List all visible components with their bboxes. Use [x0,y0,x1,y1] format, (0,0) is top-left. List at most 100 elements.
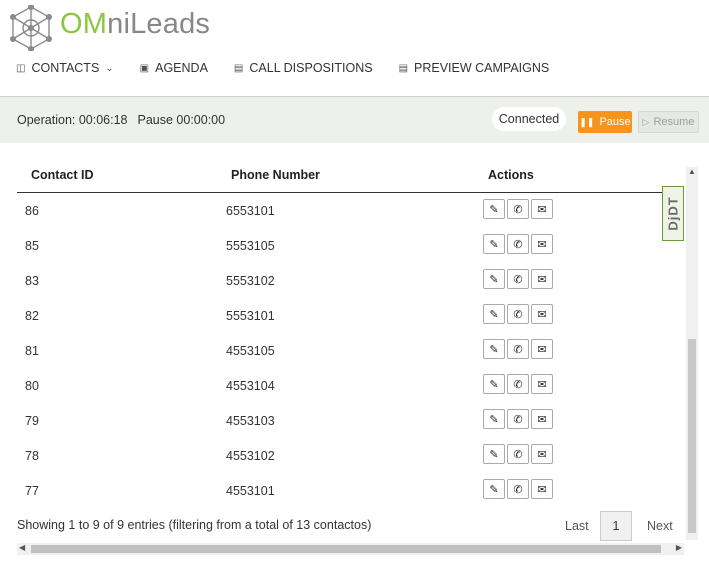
phone-icon: ✆ [513,343,523,356]
pagination-next[interactable]: Next [647,519,673,533]
pencil-icon: ✎ [489,308,499,321]
scroll-left-icon[interactable]: ◀ [19,543,25,552]
nav-agenda-label: AGENDA [155,61,208,75]
edit-contact-button[interactable]: ✎ [483,374,505,394]
play-icon: ▷ [642,116,650,127]
nav-preview-campaigns[interactable]: ▤ PREVIEW CAMPAIGNS [399,61,550,75]
edit-contact-button[interactable]: ✎ [483,339,505,359]
resume-button[interactable]: ▷ Resume [638,111,699,133]
envelope-icon: ✉ [537,203,547,216]
email-contact-button[interactable]: ✉ [531,374,553,394]
envelope-icon: ✉ [537,343,547,356]
table-row: 81 4553105 ✎ ✆ ✉ [17,333,684,368]
phone-number-cell: 6553101 [226,204,275,218]
resume-button-label: Resume [653,116,695,128]
contact-id-cell: 83 [25,274,39,288]
phone-number-cell: 5553102 [226,274,275,288]
pagination-last[interactable]: Last [565,519,589,533]
call-contact-button[interactable]: ✆ [507,339,529,359]
pause-button[interactable]: ❚❚ Pause [578,111,632,133]
nav-call-dispositions-label: CALL DISPOSITIONS [249,61,373,75]
email-contact-button[interactable]: ✉ [531,234,553,254]
phone-number-cell: 4553101 [226,484,275,498]
email-contact-button[interactable]: ✉ [531,269,553,289]
brand-om: OM [60,8,108,40]
row-actions: ✎ ✆ ✉ [483,234,555,254]
edit-contact-button[interactable]: ✎ [483,444,505,464]
djdt-label: DjDT [665,196,681,231]
scroll-right-icon[interactable]: ▶ [676,543,682,552]
scroll-up-icon[interactable]: ▲ [688,167,696,176]
nav-contacts[interactable]: ◫ CONTACTS ⌄ [16,61,114,75]
edit-contact-button[interactable]: ✎ [483,199,505,219]
edit-contact-button[interactable]: ✎ [483,269,505,289]
call-contact-button[interactable]: ✆ [507,269,529,289]
vertical-scrollbar[interactable]: ▲ [686,167,698,540]
call-contact-button[interactable]: ✆ [507,479,529,499]
session-times: Operation: 00:06:18 Pause 00:00:00 [17,113,225,127]
omnileads-logo-icon [10,5,52,51]
horizontal-scrollbar[interactable]: ◀ ▶ [17,543,684,555]
table-row: 85 5553105 ✎ ✆ ✉ [17,228,684,263]
email-contact-button[interactable]: ✉ [531,409,553,429]
django-debug-toolbar-handle[interactable]: DjDT [662,186,684,241]
phone-icon: ✆ [513,238,523,251]
vertical-scroll-thumb[interactable] [688,339,696,533]
contacts-table: Contact ID Phone Number Actions 86 655310… [17,162,684,508]
header-actions: Actions [488,168,534,182]
pencil-icon: ✎ [489,413,499,426]
call-contact-button[interactable]: ✆ [507,199,529,219]
edit-contact-button[interactable]: ✎ [483,234,505,254]
email-contact-button[interactable]: ✉ [531,199,553,219]
edit-contact-button[interactable]: ✎ [483,304,505,324]
phone-number-cell: 4553104 [226,379,275,393]
phone-icon: ✆ [513,448,523,461]
preview-campaigns-icon: ▤ [398,62,409,74]
row-actions: ✎ ✆ ✉ [483,444,555,464]
envelope-icon: ✉ [537,413,547,426]
table-row: 77 4553101 ✎ ✆ ✉ [17,473,684,508]
envelope-icon: ✉ [537,448,547,461]
pencil-icon: ✎ [489,343,499,356]
nav-contacts-label: CONTACTS [31,61,100,75]
table-row: 86 6553101 ✎ ✆ ✉ [17,193,684,228]
table-row: 83 5553102 ✎ ✆ ✉ [17,263,684,298]
phone-number-cell: 4553102 [226,449,275,463]
pencil-icon: ✎ [489,448,499,461]
call-contact-button[interactable]: ✆ [507,374,529,394]
phone-number-cell: 4553105 [226,344,275,358]
email-contact-button[interactable]: ✉ [531,479,553,499]
call-contact-button[interactable]: ✆ [507,234,529,254]
call-contact-button[interactable]: ✆ [507,304,529,324]
contact-id-cell: 81 [25,344,39,358]
main-nav: ◫ CONTACTS ⌄ ▣ AGENDA ▤ CALL DISPOSITION… [16,61,575,75]
row-actions: ✎ ✆ ✉ [483,339,555,359]
agent-status-bar: Operation: 00:06:18 Pause 00:00:00 Connec… [0,96,709,143]
pencil-icon: ✎ [489,378,499,391]
call-contact-button[interactable]: ✆ [507,409,529,429]
edit-contact-button[interactable]: ✎ [483,409,505,429]
pencil-icon: ✎ [489,238,499,251]
contact-id-cell: 77 [25,484,39,498]
horizontal-scroll-thumb[interactable] [31,545,661,553]
email-contact-button[interactable]: ✉ [531,444,553,464]
nav-agenda[interactable]: ▣ AGENDA [140,61,208,75]
pause-time: Pause 00:00:00 [137,113,226,127]
pencil-icon: ✎ [489,483,499,496]
email-contact-button[interactable]: ✉ [531,304,553,324]
header-contact-id[interactable]: Contact ID [31,168,94,182]
header-phone-number[interactable]: Phone Number [231,168,320,182]
phone-icon: ✆ [513,483,523,496]
contact-id-cell: 78 [25,449,39,463]
phone-icon: ✆ [513,413,523,426]
phone-icon: ✆ [513,203,523,216]
call-dispositions-icon: ▤ [233,62,244,74]
pagination-page-1[interactable]: 1 [600,511,632,541]
table-row: 79 4553103 ✎ ✆ ✉ [17,403,684,438]
edit-contact-button[interactable]: ✎ [483,479,505,499]
email-contact-button[interactable]: ✉ [531,339,553,359]
call-contact-button[interactable]: ✆ [507,444,529,464]
nav-call-dispositions[interactable]: ▤ CALL DISPOSITIONS [234,61,373,75]
phone-number-cell: 4553103 [226,414,275,428]
phone-icon: ✆ [513,273,523,286]
